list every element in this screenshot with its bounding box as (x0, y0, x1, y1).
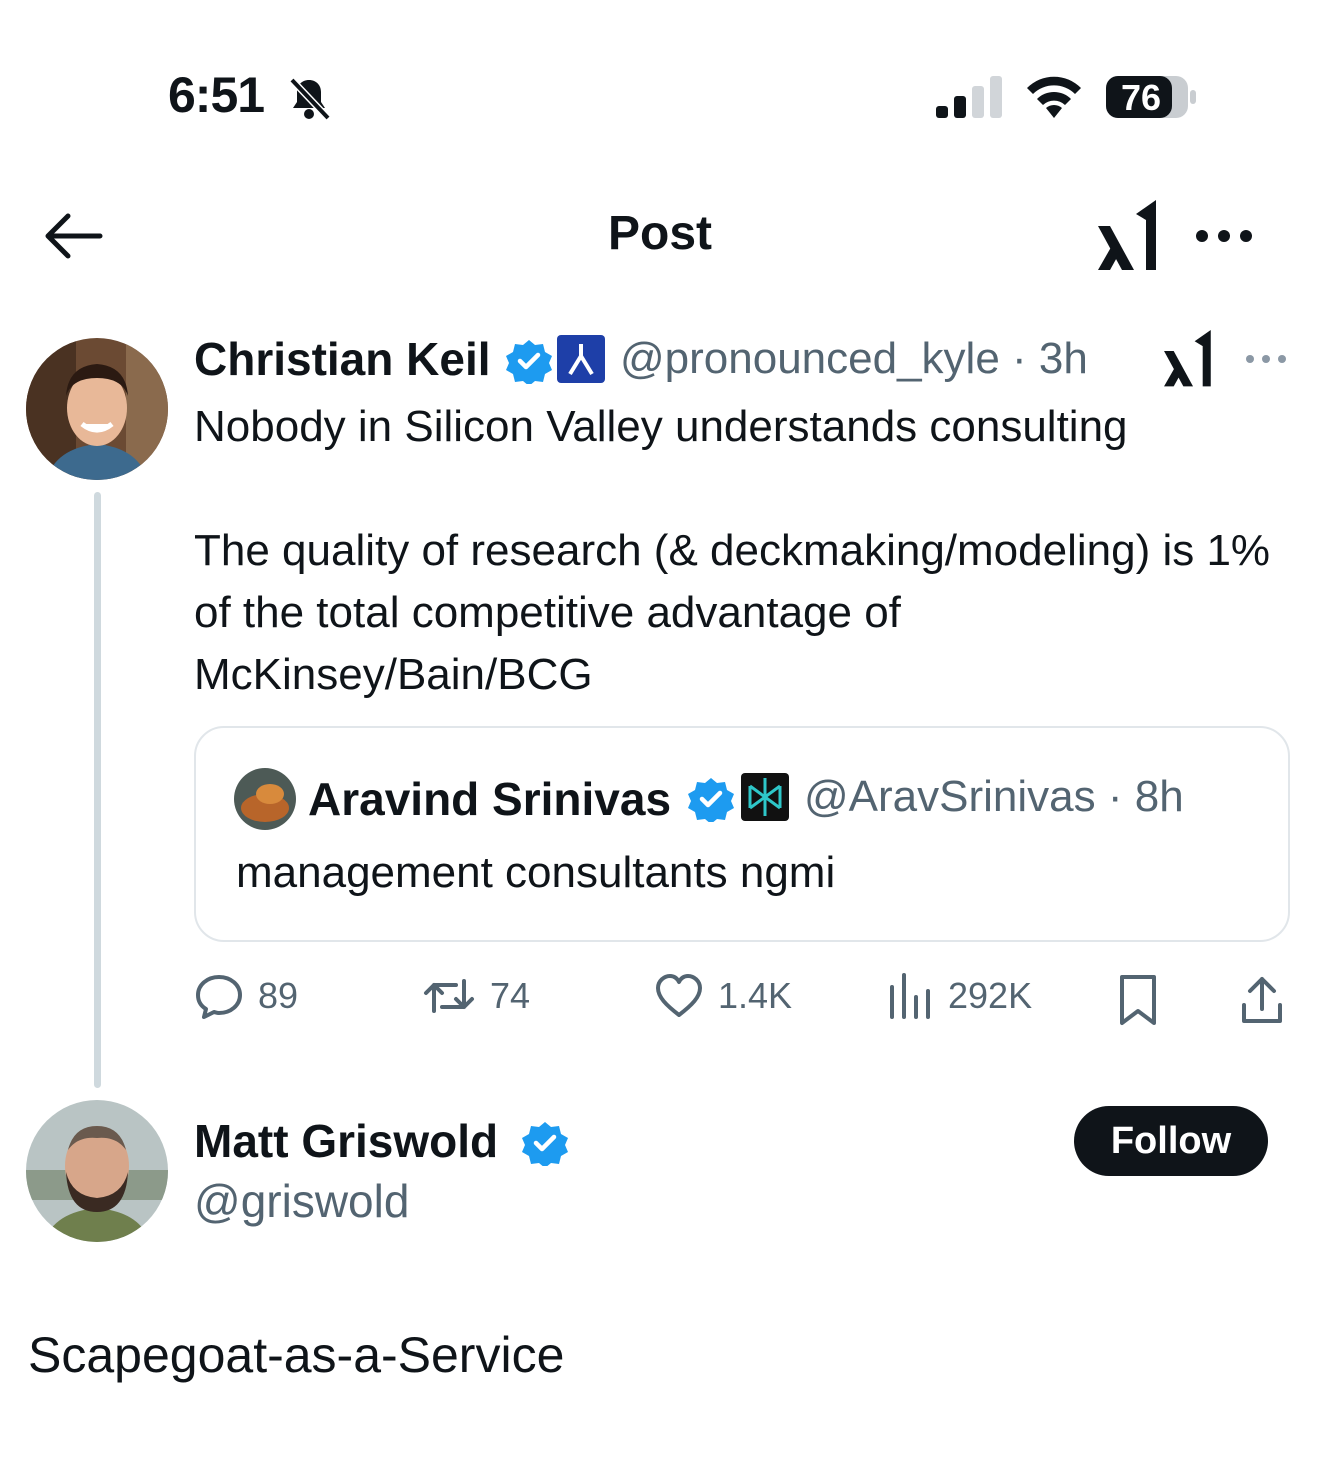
author-handle[interactable]: @pronounced_kyle · 3h (620, 334, 1088, 384)
author-name[interactable]: Christian Keil (194, 332, 491, 386)
bookmark-button[interactable] (1116, 970, 1160, 1030)
views-button[interactable]: 292K (886, 966, 1032, 1026)
bell-slash-icon (286, 76, 332, 122)
reply-icon (196, 975, 242, 1019)
more-icon[interactable] (1194, 224, 1254, 248)
avatar (234, 768, 296, 830)
verified-badge-icon (688, 776, 734, 824)
page-title: Post (607, 207, 712, 260)
repost-button[interactable]: 74 (422, 966, 530, 1026)
like-count: 1.4K (718, 975, 793, 1016)
avatar[interactable] (26, 1100, 168, 1242)
quoted-post-text: management consultants ngmi (236, 848, 836, 897)
more-icon[interactable] (1244, 350, 1288, 368)
bookmark-icon (1120, 975, 1156, 1025)
post-time: · 8h (1107, 772, 1184, 821)
battery-level: 76 (1120, 77, 1162, 118)
views-chart-icon (890, 973, 930, 1019)
author-handle[interactable]: @griswold (194, 1174, 409, 1228)
xai-logo-icon[interactable] (1096, 200, 1162, 272)
reply-count: 89 (258, 975, 299, 1016)
share-button[interactable] (1238, 970, 1286, 1030)
quoted-author-name: Aravind Srinivas (308, 773, 672, 825)
handle-text: @AravSrinivas (804, 772, 1096, 821)
post-text: Scapegoat-as-a-Service (28, 1327, 565, 1383)
post-time: · 3h (1012, 334, 1088, 383)
xai-grok-icon[interactable] (1162, 330, 1216, 388)
author-name[interactable]: Matt Griswold (194, 1114, 498, 1168)
repost-icon (424, 979, 474, 1013)
affiliation-badge-icon (556, 334, 606, 384)
avatar[interactable] (26, 338, 168, 480)
verified-badge-icon (522, 1120, 568, 1168)
follow-button[interactable]: Follow (1074, 1106, 1268, 1176)
heart-icon (656, 974, 702, 1017)
views-count: 292K (948, 975, 1033, 1016)
verified-badge-icon (506, 338, 552, 386)
quote-card[interactable] (194, 726, 1290, 942)
reply-button[interactable]: 89 (194, 966, 298, 1026)
share-icon (1242, 977, 1282, 1023)
back-arrow-icon[interactable] (42, 210, 104, 262)
quoted-author-handle: @AravSrinivas · 8h (804, 772, 1184, 822)
wifi-icon (1024, 74, 1084, 120)
like-button[interactable]: 1.4K (654, 966, 792, 1026)
thread-line (94, 492, 101, 1088)
affiliation-badge-icon (740, 772, 790, 822)
handle-text: @pronounced_kyle (620, 334, 1000, 383)
status-time: 6:51 (168, 67, 265, 123)
post-text: Nobody in Silicon Valley understands con… (194, 402, 1271, 699)
repost-count: 74 (490, 975, 531, 1016)
cellular-signal-icon (936, 76, 1006, 120)
